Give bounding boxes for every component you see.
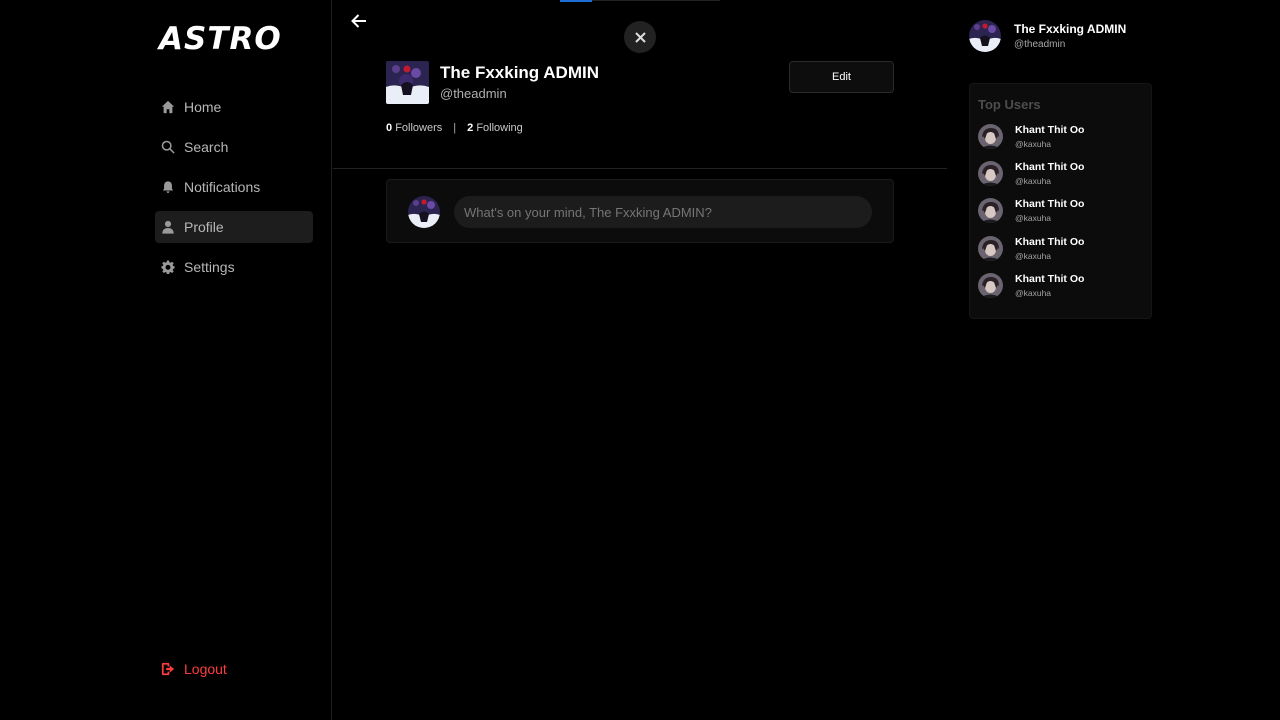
current-user-card[interactable]: The Fxxking ADMIN @theadmin bbox=[969, 20, 1126, 52]
composer-avatar bbox=[408, 196, 440, 228]
nav-item-settings[interactable]: Settings bbox=[155, 251, 313, 283]
post-composer bbox=[386, 179, 894, 243]
top-user-avatar bbox=[978, 198, 1003, 223]
main-nav: Home Search Notifications Profile Settin… bbox=[155, 91, 313, 291]
profile-avatar[interactable] bbox=[386, 61, 429, 104]
left-sidebar: ASTRO Home Search Notifications Profile bbox=[0, 0, 332, 720]
top-user-handle: @kaxuha bbox=[1015, 288, 1052, 298]
top-users-title: Top Users bbox=[978, 97, 1041, 112]
top-user-item[interactable]: Khant Thit Oo @kaxuha bbox=[978, 198, 1084, 223]
top-user-item[interactable]: Khant Thit Oo @kaxuha bbox=[978, 161, 1084, 186]
top-user-avatar bbox=[978, 236, 1003, 261]
following-count: 2 bbox=[467, 122, 474, 134]
profile-name: The Fxxking ADMIN bbox=[440, 63, 599, 82]
nav-item-notifications[interactable]: Notifications bbox=[155, 171, 313, 203]
following-label: Following bbox=[476, 122, 523, 134]
search-icon bbox=[161, 140, 175, 154]
profile-handle: @theadmin bbox=[440, 86, 507, 101]
top-user-name: Khant Thit Oo bbox=[1015, 124, 1085, 136]
top-user-name: Khant Thit Oo bbox=[1015, 236, 1085, 248]
followers-link[interactable]: 0 Followers bbox=[386, 122, 442, 134]
top-user-name: Khant Thit Oo bbox=[1015, 273, 1085, 285]
home-icon bbox=[161, 100, 175, 114]
app-logo[interactable]: ASTRO bbox=[159, 21, 282, 57]
close-button[interactable] bbox=[624, 21, 656, 53]
scroll-indicator bbox=[560, 0, 720, 2]
stats-separator: | bbox=[453, 122, 457, 134]
top-user-handle: @kaxuha bbox=[1015, 139, 1052, 149]
top-user-avatar bbox=[978, 273, 1003, 298]
nav-item-label: Settings bbox=[184, 259, 235, 275]
current-user-handle: @theadmin bbox=[1014, 39, 1066, 50]
current-user-avatar bbox=[969, 20, 1001, 52]
right-sidebar: The Fxxking ADMIN @theadmin Top Users Kh… bbox=[948, 0, 1280, 720]
logout-button[interactable]: Logout bbox=[161, 661, 227, 677]
top-user-item[interactable]: Khant Thit Oo @kaxuha bbox=[978, 273, 1084, 298]
nav-item-label: Notifications bbox=[184, 179, 261, 195]
nav-item-label: Home bbox=[184, 99, 222, 115]
nav-item-home[interactable]: Home bbox=[155, 91, 313, 123]
profile-header: The Fxxking ADMIN @theadmin bbox=[386, 61, 599, 104]
nav-item-search[interactable]: Search bbox=[155, 131, 313, 163]
close-icon bbox=[634, 31, 646, 43]
logout-label: Logout bbox=[184, 661, 227, 677]
top-user-avatar bbox=[978, 124, 1003, 149]
top-users-panel: Top Users Khant Thit Oo @kaxuha Khant Th… bbox=[969, 83, 1152, 319]
logout-icon bbox=[161, 662, 175, 676]
post-input[interactable] bbox=[454, 196, 872, 228]
followers-label: Followers bbox=[395, 122, 443, 134]
gear-icon bbox=[161, 260, 175, 274]
top-user-handle: @kaxuha bbox=[1015, 213, 1052, 223]
edit-profile-button[interactable]: Edit bbox=[789, 61, 894, 93]
user-icon bbox=[161, 220, 175, 234]
following-link[interactable]: 2 Following bbox=[467, 122, 523, 134]
top-user-handle: @kaxuha bbox=[1015, 251, 1052, 261]
nav-item-label: Search bbox=[184, 139, 229, 155]
main-content: The Fxxking ADMIN @theadmin Edit 0 Follo… bbox=[333, 0, 947, 720]
bell-icon bbox=[161, 180, 175, 194]
current-user-name: The Fxxking ADMIN bbox=[1014, 22, 1127, 36]
nav-item-label: Profile bbox=[184, 219, 224, 235]
top-user-name: Khant Thit Oo bbox=[1015, 198, 1085, 210]
top-user-item[interactable]: Khant Thit Oo @kaxuha bbox=[978, 124, 1084, 149]
top-user-handle: @kaxuha bbox=[1015, 176, 1052, 186]
divider bbox=[333, 168, 947, 169]
followers-count: 0 bbox=[386, 122, 393, 134]
back-button[interactable] bbox=[348, 10, 370, 32]
top-user-item[interactable]: Khant Thit Oo @kaxuha bbox=[978, 236, 1084, 261]
arrow-left-icon bbox=[351, 14, 366, 28]
nav-item-profile[interactable]: Profile bbox=[155, 211, 313, 243]
top-user-avatar bbox=[978, 161, 1003, 186]
top-user-name: Khant Thit Oo bbox=[1015, 161, 1085, 173]
follow-stats: 0 Followers | 2 Following bbox=[386, 122, 523, 134]
